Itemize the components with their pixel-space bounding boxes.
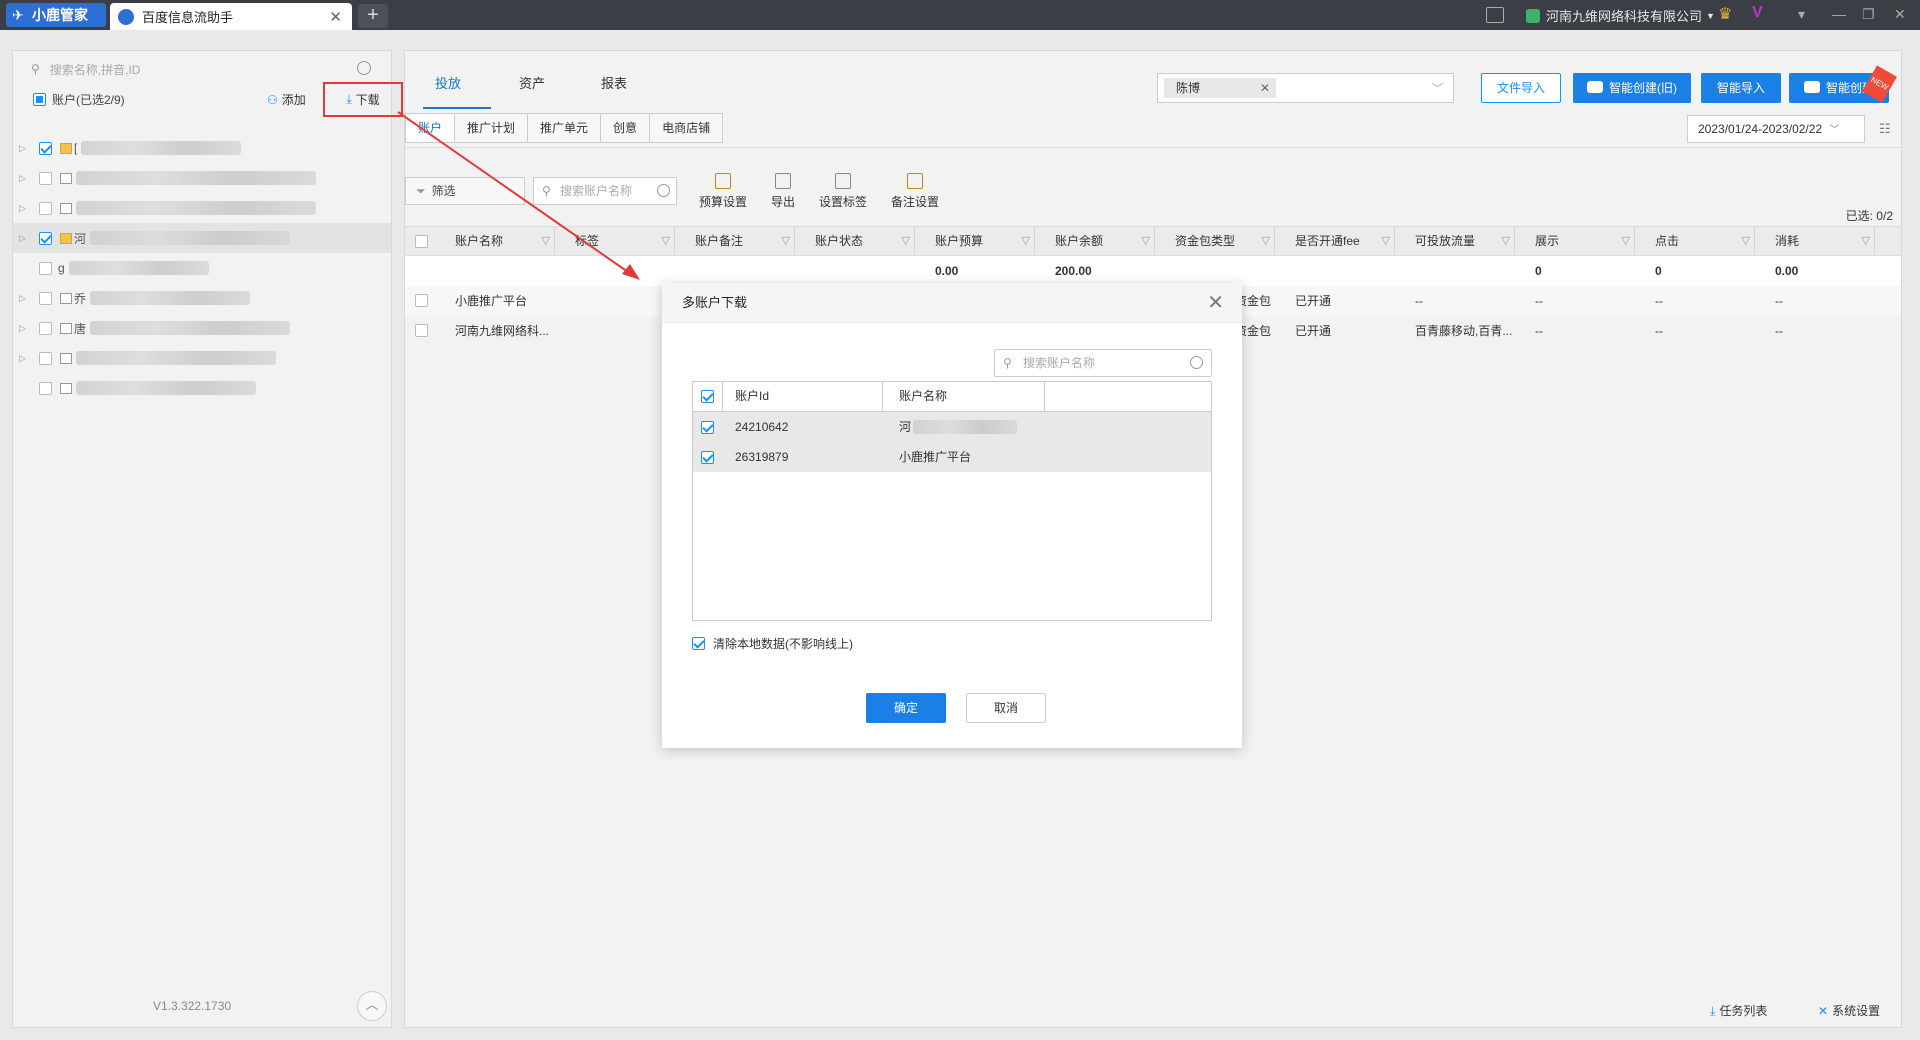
row-checkbox-cell xyxy=(701,412,714,442)
confirm-button[interactable]: 确定 xyxy=(866,693,946,723)
clear-local-label: 清除本地数据(不影响线上) xyxy=(713,637,853,651)
dialog-title: 多账户下载 xyxy=(682,295,748,310)
col-account-name: 账户名称 xyxy=(883,382,1045,411)
header-checkbox-cell xyxy=(693,382,723,411)
row-checkbox-cell xyxy=(701,442,714,472)
row-checkbox[interactable] xyxy=(701,451,714,465)
redacted-name xyxy=(913,420,1017,434)
col-account-id: 账户Id xyxy=(723,382,883,411)
search-icon: ⚲ xyxy=(1003,356,1012,370)
modal-overlay: 多账户下载 ✕ ⚲ 搜索账户名称 账户Id 账户名称 24210642 河 26… xyxy=(0,0,1920,1040)
dialog-search-input[interactable]: ⚲ 搜索账户名称 xyxy=(994,349,1212,377)
account-id-cell: 24210642 xyxy=(735,420,789,434)
clear-local-data-option[interactable]: 清除本地数据(不影响线上) xyxy=(692,635,853,652)
account-id-cell: 26319879 xyxy=(735,450,789,464)
account-name-cell: 河 xyxy=(899,420,912,434)
row-checkbox[interactable] xyxy=(701,421,714,435)
account-name-cell: 小鹿推广平台 xyxy=(899,450,972,464)
clear-local-checkbox[interactable] xyxy=(692,637,705,650)
close-icon[interactable]: ✕ xyxy=(1207,283,1224,323)
dialog-account-table: 账户Id 账户名称 24210642 河 26319879 小鹿推广平台 xyxy=(692,381,1212,621)
multi-account-download-dialog: 多账户下载 ✕ ⚲ 搜索账户名称 账户Id 账户名称 24210642 河 26… xyxy=(662,283,1242,748)
cancel-button[interactable]: 取消 xyxy=(966,693,1046,723)
dialog-header: 多账户下载 ✕ xyxy=(662,283,1242,323)
history-icon[interactable] xyxy=(1190,356,1203,369)
dialog-table-row[interactable]: 24210642 河 xyxy=(693,412,1211,442)
select-all-checkbox[interactable] xyxy=(701,390,714,404)
dialog-table-header: 账户Id 账户名称 xyxy=(693,382,1211,412)
dialog-search-placeholder: 搜索账户名称 xyxy=(1023,356,1096,370)
dialog-table-row[interactable]: 26319879 小鹿推广平台 xyxy=(693,442,1211,472)
